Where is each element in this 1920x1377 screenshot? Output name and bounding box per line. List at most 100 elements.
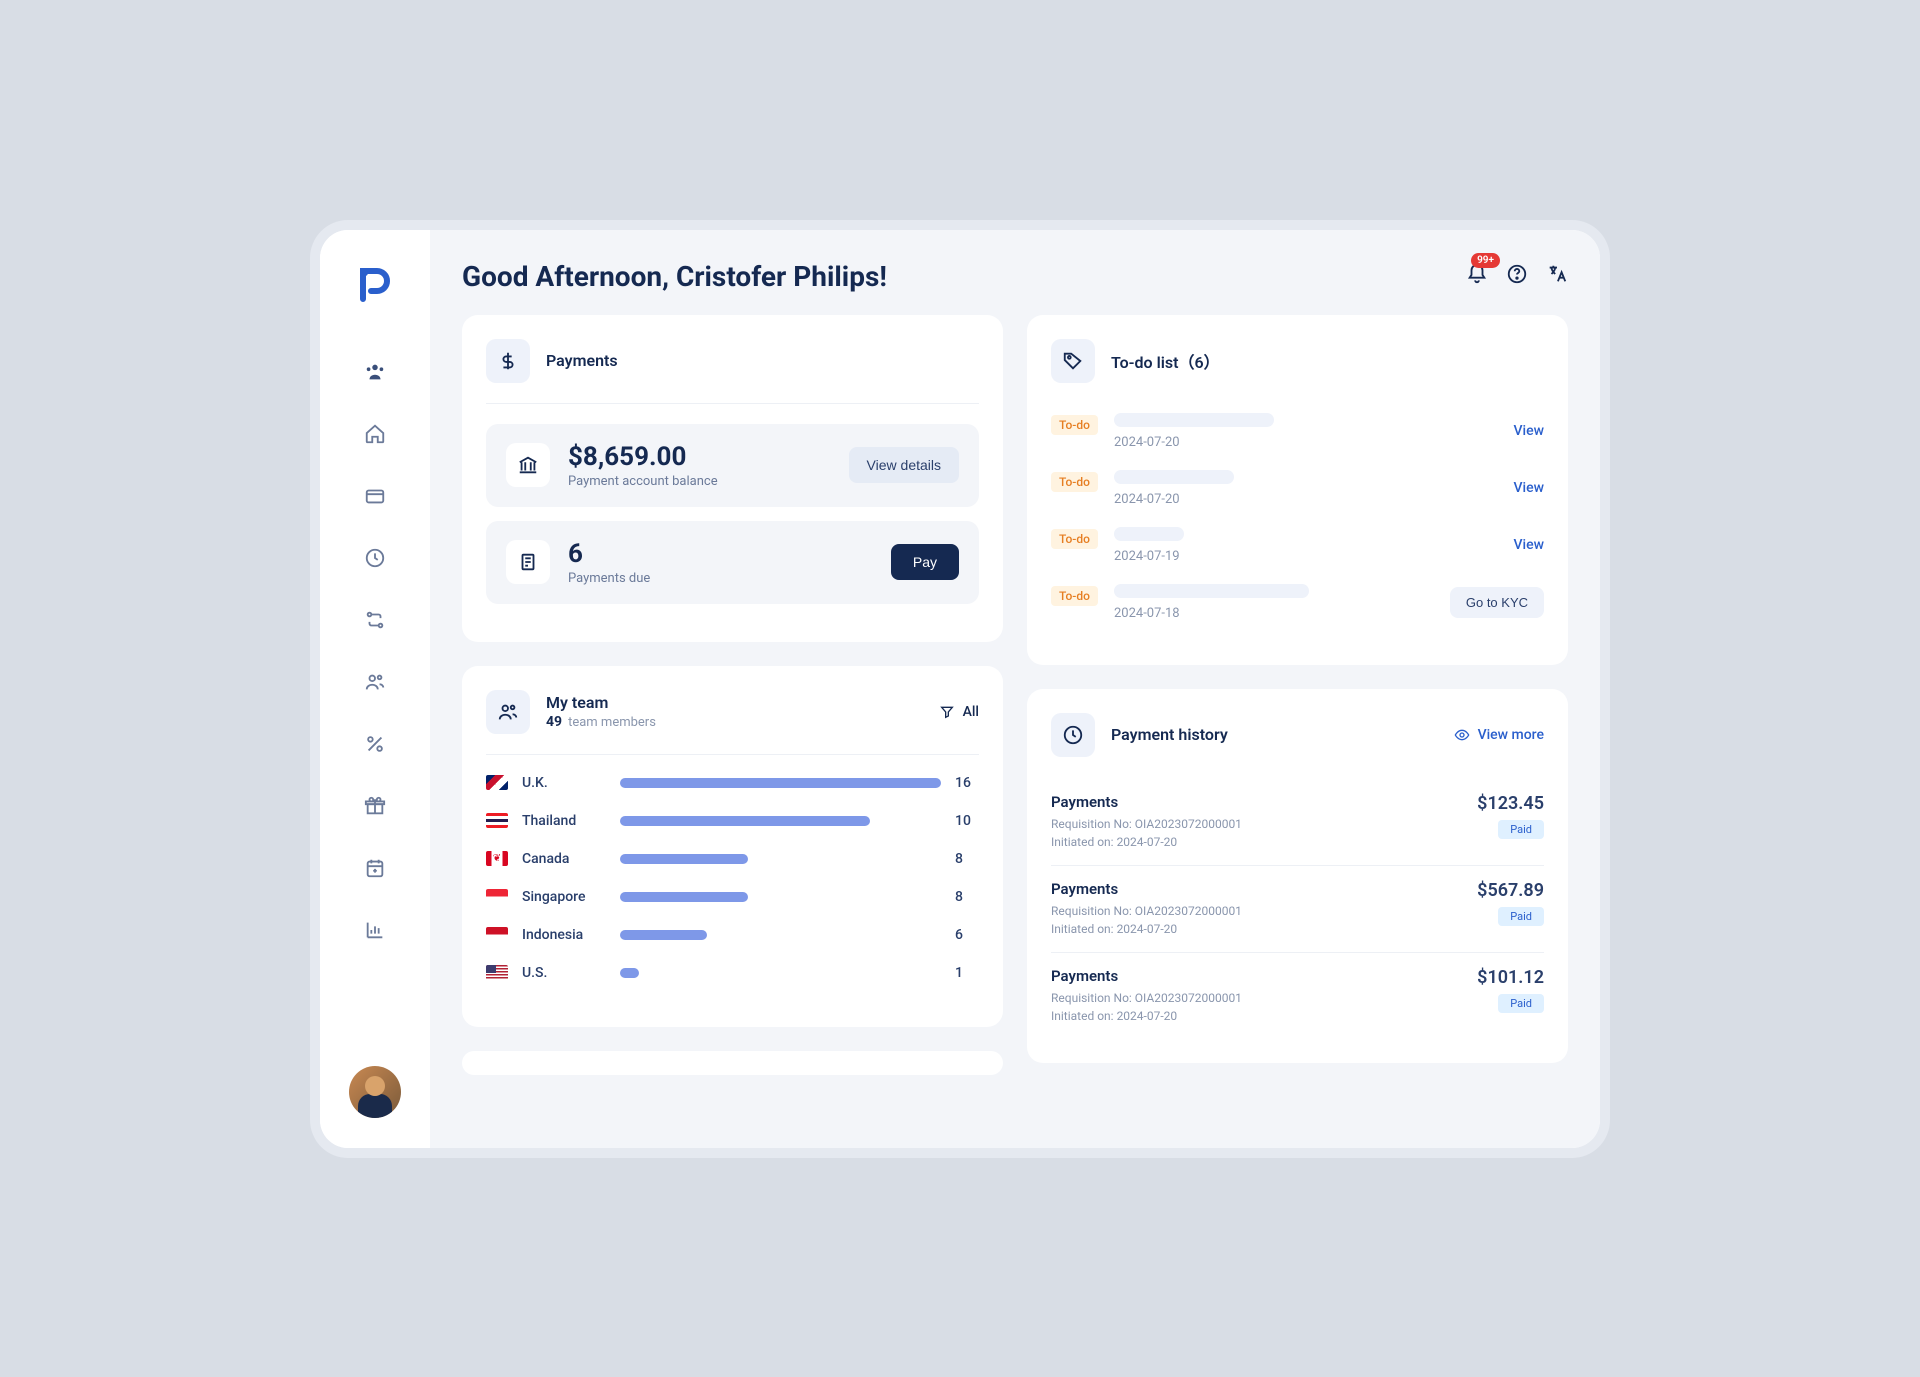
team-row: U.K. 16 (486, 775, 979, 791)
nav-percent-icon[interactable] (353, 722, 397, 766)
todo-date: 2024-07-19 (1114, 549, 1498, 564)
flag-icon (486, 889, 508, 904)
history-rows: Payments Requisition No: OIA202307200000… (1051, 787, 1544, 1039)
todo-title: To-do list（6） (1111, 349, 1220, 373)
go-to-kyc-button[interactable]: Go to KYC (1450, 587, 1544, 618)
todo-row: To-do 2024-07-18 Go to KYC (1051, 584, 1544, 621)
team-count: 49 (546, 714, 562, 730)
view-more-button[interactable]: View more (1454, 727, 1544, 743)
content-grid: Payments $8,659.00 Payment account balan… (462, 315, 1568, 1075)
flag-icon (486, 813, 508, 828)
flag-icon (486, 851, 508, 866)
history-amount: $567.89 (1477, 880, 1544, 901)
help-button[interactable] (1506, 263, 1528, 289)
todo-row: To-do 2024-07-20 View (1051, 470, 1544, 507)
balance-stat: $8,659.00 Payment account balance View d… (486, 424, 979, 507)
greeting-text: Good Afternoon, Cristofer Philips! (462, 260, 887, 293)
nav-chart-icon[interactable] (353, 908, 397, 952)
main-content: Good Afternoon, Cristofer Philips! 99+ (430, 230, 1600, 1148)
todo-tag: To-do (1051, 415, 1098, 435)
todo-date: 2024-07-20 (1114, 435, 1498, 450)
history-row: Payments Requisition No: OIA202307200000… (1051, 865, 1544, 952)
receipt-icon (506, 540, 550, 584)
team-card: My team 49 team members All U.K. (462, 666, 1003, 1027)
todo-date: 2024-07-20 (1114, 492, 1498, 507)
todo-view-link[interactable]: View (1514, 423, 1545, 439)
nav-people-icon[interactable] (353, 660, 397, 704)
history-row: Payments Requisition No: OIA202307200000… (1051, 787, 1544, 865)
todo-row: To-do 2024-07-19 View (1051, 527, 1544, 564)
dollar-icon (486, 339, 530, 383)
todo-skeleton (1114, 584, 1309, 598)
team-icon (486, 690, 530, 734)
nav-gift-icon[interactable] (353, 784, 397, 828)
flag-icon (486, 965, 508, 980)
team-row-count: 16 (955, 775, 979, 791)
team-row: Singapore 8 (486, 889, 979, 905)
team-row: U.S. 1 (486, 965, 979, 981)
todo-view-link[interactable]: View (1514, 480, 1545, 496)
team-country: Indonesia (522, 927, 606, 943)
view-details-button[interactable]: View details (849, 447, 959, 483)
team-row: Indonesia 6 (486, 927, 979, 943)
team-bar (620, 854, 748, 864)
team-bar (620, 930, 707, 940)
filter-icon (939, 704, 955, 720)
history-title: Payment history (1111, 725, 1228, 744)
todo-date: 2024-07-18 (1114, 606, 1434, 621)
notification-badge: 99+ (1471, 253, 1500, 268)
team-row: Canada 8 (486, 851, 979, 867)
balance-value: $8,659.00 (568, 442, 831, 472)
tag-icon (1051, 339, 1095, 383)
due-label: Payments due (568, 571, 873, 586)
nav-card-icon[interactable] (353, 474, 397, 518)
team-filter-button[interactable]: All (939, 704, 979, 720)
team-bar (620, 892, 748, 902)
team-bar (620, 816, 870, 826)
history-row-req: Requisition No: OIA2023072000001 (1051, 815, 1242, 833)
team-country: Thailand (522, 813, 606, 829)
team-bar-track (620, 930, 941, 940)
nav-calendar-icon[interactable] (353, 846, 397, 890)
balance-label: Payment account balance (568, 474, 831, 489)
team-bar-track (620, 968, 941, 978)
team-bar (620, 968, 639, 978)
payments-card: Payments $8,659.00 Payment account balan… (462, 315, 1003, 642)
payments-title: Payments (546, 351, 618, 370)
history-amount: $101.12 (1477, 967, 1544, 988)
todo-tag: To-do (1051, 529, 1098, 549)
due-value: 6 (568, 539, 873, 569)
team-rows: U.K. 16 Thailand 10 Canada 8 Singapore 8… (486, 775, 979, 981)
team-title: My team (546, 693, 656, 712)
status-chip: Paid (1498, 994, 1544, 1013)
todo-skeleton (1114, 470, 1234, 484)
nav-home-icon[interactable] (353, 412, 397, 456)
sidebar (320, 230, 430, 1148)
due-stat: 6 Payments due Pay (486, 521, 979, 604)
team-bar (620, 778, 941, 788)
team-row-count: 6 (955, 927, 979, 943)
team-filter-label: All (963, 704, 979, 720)
app-logo (350, 260, 400, 310)
user-avatar[interactable] (349, 1066, 401, 1118)
todo-view-link[interactable]: View (1514, 537, 1545, 553)
pay-button[interactable]: Pay (891, 544, 959, 580)
team-row: Thailand 10 (486, 813, 979, 829)
nav-team-icon[interactable] (353, 350, 397, 394)
history-row-req: Requisition No: OIA2023072000001 (1051, 902, 1242, 920)
notification-button[interactable]: 99+ (1466, 263, 1488, 289)
flag-icon (486, 775, 508, 790)
history-row-title: Payments (1051, 880, 1242, 898)
team-bar-track (620, 854, 941, 864)
translate-button[interactable] (1546, 263, 1568, 289)
history-amount: $123.45 (1477, 793, 1544, 814)
team-row-count: 1 (955, 965, 979, 981)
nav-clock-icon[interactable] (353, 536, 397, 580)
nav-route-icon[interactable] (353, 598, 397, 642)
team-count-label: team members (568, 715, 656, 730)
todo-skeleton (1114, 413, 1274, 427)
flag-icon (486, 927, 508, 942)
history-row-title: Payments (1051, 967, 1242, 985)
view-more-label: View more (1478, 727, 1544, 743)
team-country: U.K. (522, 775, 606, 791)
